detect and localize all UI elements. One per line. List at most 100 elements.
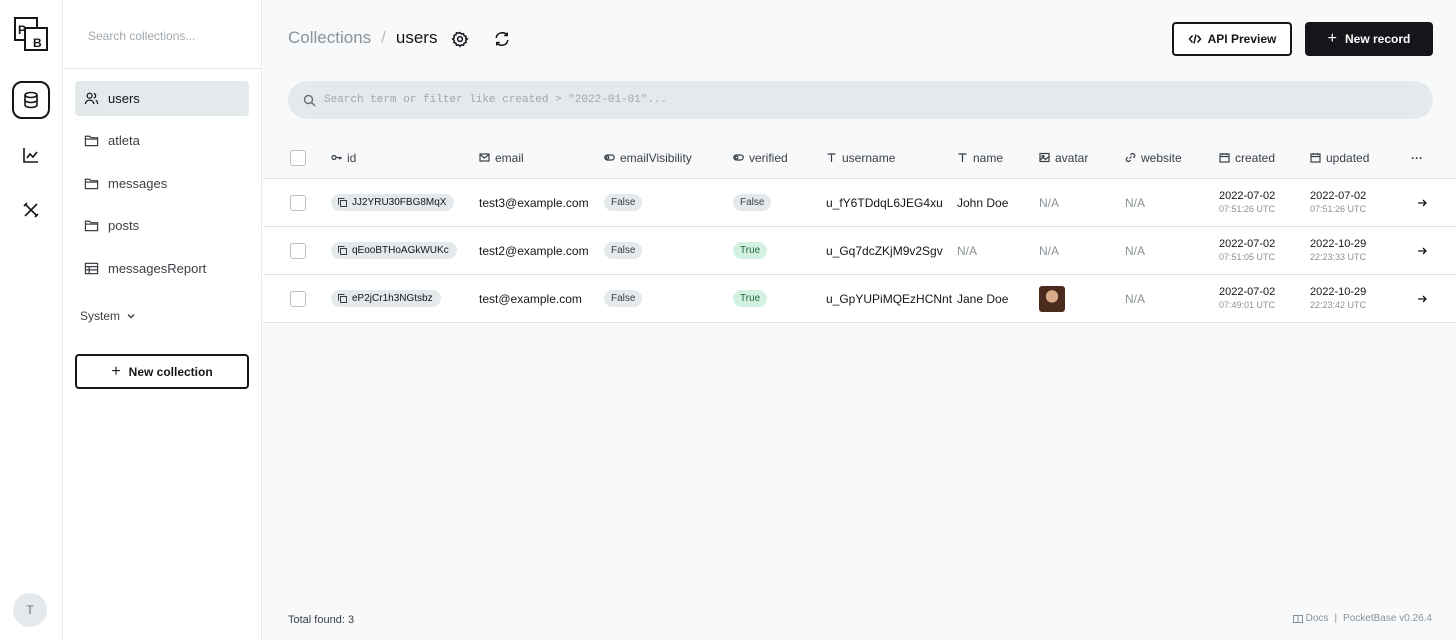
row-checkbox[interactable] bbox=[290, 290, 306, 307]
plus-icon: + bbox=[111, 362, 121, 380]
column-header-created[interactable]: created bbox=[1219, 136, 1275, 179]
line-chart-icon bbox=[23, 148, 38, 163]
row-checkbox[interactable] bbox=[290, 242, 306, 259]
verified-badge: False bbox=[733, 194, 772, 211]
verified-badge: True bbox=[733, 290, 768, 307]
column-label: id bbox=[347, 150, 357, 165]
select-all-checkbox[interactable] bbox=[290, 149, 306, 166]
collections-sidebar: users atleta messages posts messagesRepo… bbox=[63, 0, 262, 640]
username-cell: u_fY6TDdqL6JEG4xu bbox=[826, 195, 943, 210]
column-label: created bbox=[1235, 150, 1276, 165]
total-found-label: Total found: bbox=[288, 614, 345, 626]
collection-settings-gear-icon[interactable] bbox=[451, 30, 469, 48]
copy-icon bbox=[338, 198, 347, 207]
table-row[interactable]: eP2jCr1h3NGtsbz test@example.com False T… bbox=[263, 275, 1456, 323]
logs-nav-button[interactable] bbox=[12, 136, 50, 174]
column-header-verified[interactable]: verified bbox=[733, 136, 788, 179]
sidebar-item-messagesreport[interactable]: messagesReport bbox=[75, 251, 249, 286]
email-visibility-badge: False bbox=[604, 290, 643, 307]
column-header-name[interactable]: name bbox=[957, 136, 1003, 179]
open-record-arrow-icon[interactable] bbox=[1416, 227, 1428, 274]
name-cell: Jane Doe bbox=[957, 291, 1009, 306]
system-label: System bbox=[80, 309, 121, 323]
version-link[interactable]: PocketBase v0.26.4 bbox=[1343, 613, 1432, 624]
updated-date: 2022-10-29 22:23:42 UTC bbox=[1310, 285, 1367, 310]
column-header-updated[interactable]: updated bbox=[1310, 136, 1369, 179]
username-cell: u_GpYUPiMQEzHCNnt bbox=[826, 291, 953, 306]
folder-icon bbox=[84, 220, 99, 232]
sidebar-item-posts[interactable]: posts bbox=[75, 208, 249, 243]
sidebar-item-label: messages bbox=[108, 176, 168, 191]
column-label: emailVisibility bbox=[620, 150, 692, 165]
open-record-arrow-icon[interactable] bbox=[1416, 275, 1428, 322]
table-row[interactable]: JJ2YRU30FBG8MqX test3@example.com False … bbox=[263, 179, 1456, 227]
open-record-arrow-icon[interactable] bbox=[1416, 179, 1428, 226]
new-record-button[interactable]: + New record bbox=[1305, 22, 1433, 56]
footer-separator: | bbox=[1334, 613, 1338, 624]
column-header-username[interactable]: username bbox=[826, 136, 895, 179]
sidebar-item-users[interactable]: users bbox=[75, 81, 249, 116]
toggle-icon bbox=[733, 154, 744, 161]
records-filter-input[interactable] bbox=[324, 81, 1424, 119]
email-cell: test3@example.com bbox=[479, 195, 589, 210]
column-options-more-icon[interactable]: ··· bbox=[1411, 136, 1423, 179]
username-cell: u_Gq7dcZKjM9v2Sgv bbox=[826, 243, 943, 258]
sidebar-item-atleta[interactable]: atleta bbox=[75, 123, 249, 158]
created-date: 2022-07-02 07:51:05 UTC bbox=[1219, 237, 1276, 262]
website-cell: N/A bbox=[1125, 291, 1146, 306]
total-found-value: 3 bbox=[347, 614, 355, 626]
breadcrumb: Collections / users bbox=[288, 28, 437, 48]
column-label: website bbox=[1141, 150, 1182, 165]
row-checkbox[interactable] bbox=[290, 194, 306, 211]
refresh-icon[interactable] bbox=[493, 30, 511, 48]
avatar-cell: N/A bbox=[1039, 243, 1060, 258]
select-all-cell bbox=[290, 136, 306, 179]
column-label: verified bbox=[749, 150, 788, 165]
api-preview-button[interactable]: API Preview bbox=[1172, 22, 1292, 56]
column-label: email bbox=[495, 150, 524, 165]
settings-nav-button[interactable] bbox=[12, 191, 50, 229]
sidebar-item-label: messagesReport bbox=[108, 261, 207, 276]
system-collections-toggle[interactable]: System bbox=[80, 309, 136, 323]
copy-icon bbox=[338, 246, 347, 255]
breadcrumb-separator: / bbox=[381, 28, 386, 47]
search-collections-input[interactable] bbox=[77, 22, 247, 50]
column-header-avatar[interactable]: avatar bbox=[1039, 136, 1088, 179]
column-label: updated bbox=[1326, 150, 1370, 165]
user-initial: T bbox=[26, 603, 34, 617]
created-date: 2022-07-02 07:49:01 UTC bbox=[1219, 285, 1276, 310]
collections-nav-button[interactable] bbox=[12, 81, 50, 119]
created-date: 2022-07-02 07:51:26 UTC bbox=[1219, 189, 1276, 214]
record-id-copy[interactable]: eP2jCr1h3NGtsbz bbox=[331, 290, 441, 307]
sidebar-item-messages[interactable]: messages bbox=[75, 166, 249, 201]
user-avatar[interactable]: T bbox=[13, 593, 47, 627]
name-cell: John Doe bbox=[957, 195, 1009, 210]
code-icon bbox=[1188, 34, 1202, 44]
tools-icon bbox=[23, 202, 39, 218]
breadcrumb-collections[interactable]: Collections bbox=[288, 28, 371, 48]
new-record-label: New record bbox=[1344, 32, 1411, 46]
main-panel: Collections / users API Preview + New re… bbox=[263, 0, 1456, 640]
new-collection-button[interactable]: + New collection bbox=[75, 354, 249, 389]
column-header-emailvisibility[interactable]: emailVisibility bbox=[604, 136, 692, 179]
column-header-email[interactable]: email bbox=[479, 136, 524, 179]
avatar-thumbnail[interactable] bbox=[1039, 285, 1065, 312]
sidebar-item-label: users bbox=[108, 91, 140, 106]
image-icon bbox=[1039, 152, 1050, 163]
table-row[interactable]: qEooBTHoAGkWUKc test2@example.com False … bbox=[263, 227, 1456, 275]
calendar-icon bbox=[1219, 153, 1230, 163]
search-icon bbox=[303, 94, 316, 107]
record-id-copy[interactable]: JJ2YRU30FBG8MqX bbox=[331, 194, 455, 211]
sidebar-item-label: atleta bbox=[108, 133, 140, 148]
users-icon bbox=[84, 92, 99, 105]
api-preview-label: API Preview bbox=[1207, 32, 1277, 46]
column-label: username bbox=[842, 150, 896, 165]
docs-link[interactable]: Docs bbox=[1306, 613, 1329, 624]
column-header-id[interactable]: id bbox=[331, 136, 356, 179]
table-icon bbox=[84, 262, 99, 275]
column-header-website[interactable]: website bbox=[1125, 136, 1182, 179]
pocketbase-logo[interactable]: P B bbox=[14, 17, 48, 51]
record-id-copy[interactable]: qEooBTHoAGkWUKc bbox=[331, 242, 457, 259]
new-collection-label: New collection bbox=[128, 364, 213, 379]
verified-badge: True bbox=[733, 242, 768, 259]
